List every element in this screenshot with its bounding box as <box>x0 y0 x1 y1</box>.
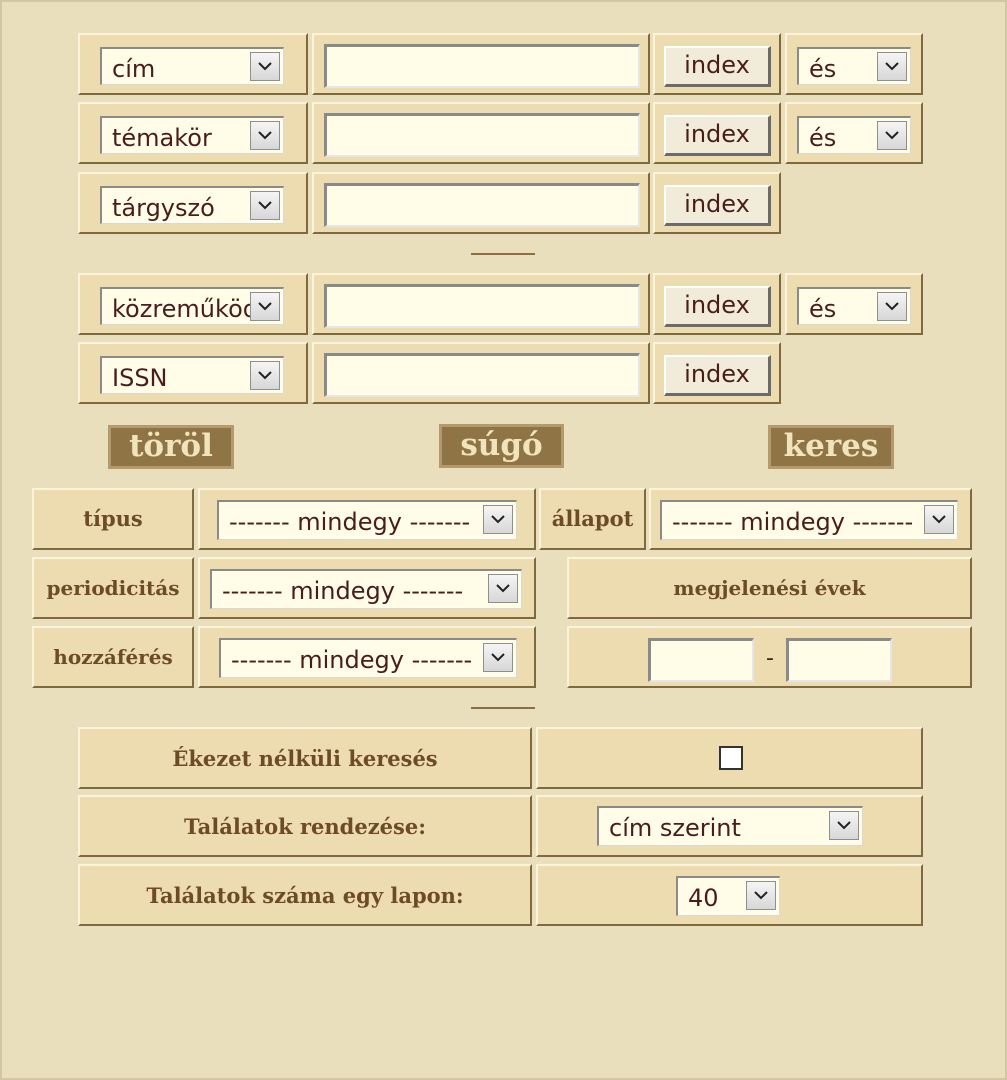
operator-select-1[interactable]: és <box>797 47 911 85</box>
index-button-5[interactable]: index <box>664 355 771 396</box>
search-term-input-3[interactable] <box>324 183 640 227</box>
operator-select-value: és <box>809 295 837 323</box>
field-select-value: ISSN <box>112 364 168 392</box>
chevron-down-icon <box>877 52 907 81</box>
accentless-search-checkbox[interactable] <box>719 746 743 770</box>
field-select-5[interactable]: ISSN <box>100 356 284 394</box>
chevron-down-icon <box>829 811 859 840</box>
chevron-down-icon <box>250 191 280 220</box>
field-select-3[interactable]: tárgyszó <box>100 186 284 224</box>
field-select-4[interactable]: közreműköd <box>100 287 284 325</box>
type-select[interactable]: ------- mindegy ------- <box>217 500 517 540</box>
chevron-down-icon <box>877 121 907 150</box>
status-select-value: ------- mindegy ------- <box>672 508 914 536</box>
year-from-input[interactable] <box>648 638 754 682</box>
results-per-page-select[interactable]: 40 <box>676 876 780 916</box>
clear-button[interactable]: töröl <box>108 425 234 469</box>
chevron-down-icon <box>250 52 280 81</box>
operator-select-value: és <box>809 55 837 83</box>
field-select-2[interactable]: témakör <box>100 116 284 154</box>
chevron-down-icon <box>250 292 280 321</box>
operator-select-4[interactable]: és <box>797 287 911 325</box>
status-select[interactable]: ------- mindegy ------- <box>660 500 958 540</box>
index-button-1[interactable]: index <box>664 46 771 87</box>
index-button-4[interactable]: index <box>664 286 771 327</box>
periodicity-select-value: ------- mindegy ------- <box>222 577 464 605</box>
periodicity-select[interactable]: ------- mindegy ------- <box>210 569 522 609</box>
field-select-value: témakör <box>112 124 212 152</box>
divider <box>471 707 535 709</box>
status-label: állapot <box>551 506 634 531</box>
chevron-down-icon <box>488 574 518 603</box>
access-select[interactable]: ------- mindegy ------- <box>219 638 517 678</box>
chevron-down-icon <box>250 121 280 150</box>
sort-select-value: cím szerint <box>609 814 741 842</box>
year-range-dash: - <box>766 646 774 671</box>
field-select-value: közreműköd <box>112 295 258 323</box>
sort-results-label: Találatok rendezése: <box>184 814 426 839</box>
chevron-down-icon <box>924 505 954 534</box>
type-label: típus <box>83 506 143 531</box>
divider <box>471 253 535 255</box>
accentless-search-label: Ékezet nélküli keresés <box>172 746 438 771</box>
search-term-input-2[interactable] <box>324 113 640 157</box>
results-per-page-label: Találatok száma egy lapon: <box>146 883 464 908</box>
index-button-3[interactable]: index <box>664 185 771 226</box>
periodicity-label: periodicitás <box>46 576 180 600</box>
access-label: hozzáférés <box>53 645 173 669</box>
chevron-down-icon <box>483 505 513 534</box>
chevron-down-icon <box>250 361 280 390</box>
search-button[interactable]: keres <box>768 425 894 469</box>
per-page-select-value: 40 <box>688 884 719 912</box>
field-select-value: cím <box>112 55 156 83</box>
chevron-down-icon <box>877 292 907 321</box>
help-button[interactable]: súgó <box>439 424 564 468</box>
field-select-value: tárgyszó <box>112 194 215 222</box>
search-term-input-4[interactable] <box>324 284 640 328</box>
year-to-input[interactable] <box>786 638 892 682</box>
index-button-2[interactable]: index <box>664 115 771 156</box>
field-select-1[interactable]: cím <box>100 47 284 85</box>
publication-years-label: megjelenési évek <box>673 576 866 600</box>
chevron-down-icon <box>483 643 513 672</box>
operator-select-value: és <box>809 124 837 152</box>
chevron-down-icon <box>746 881 776 910</box>
type-select-value: ------- mindegy ------- <box>229 508 471 536</box>
operator-select-2[interactable]: és <box>797 116 911 154</box>
search-term-input-5[interactable] <box>324 353 640 397</box>
search-term-input-1[interactable] <box>324 44 640 88</box>
sort-results-select[interactable]: cím szerint <box>597 806 863 846</box>
access-select-value: ------- mindegy ------- <box>231 646 473 674</box>
